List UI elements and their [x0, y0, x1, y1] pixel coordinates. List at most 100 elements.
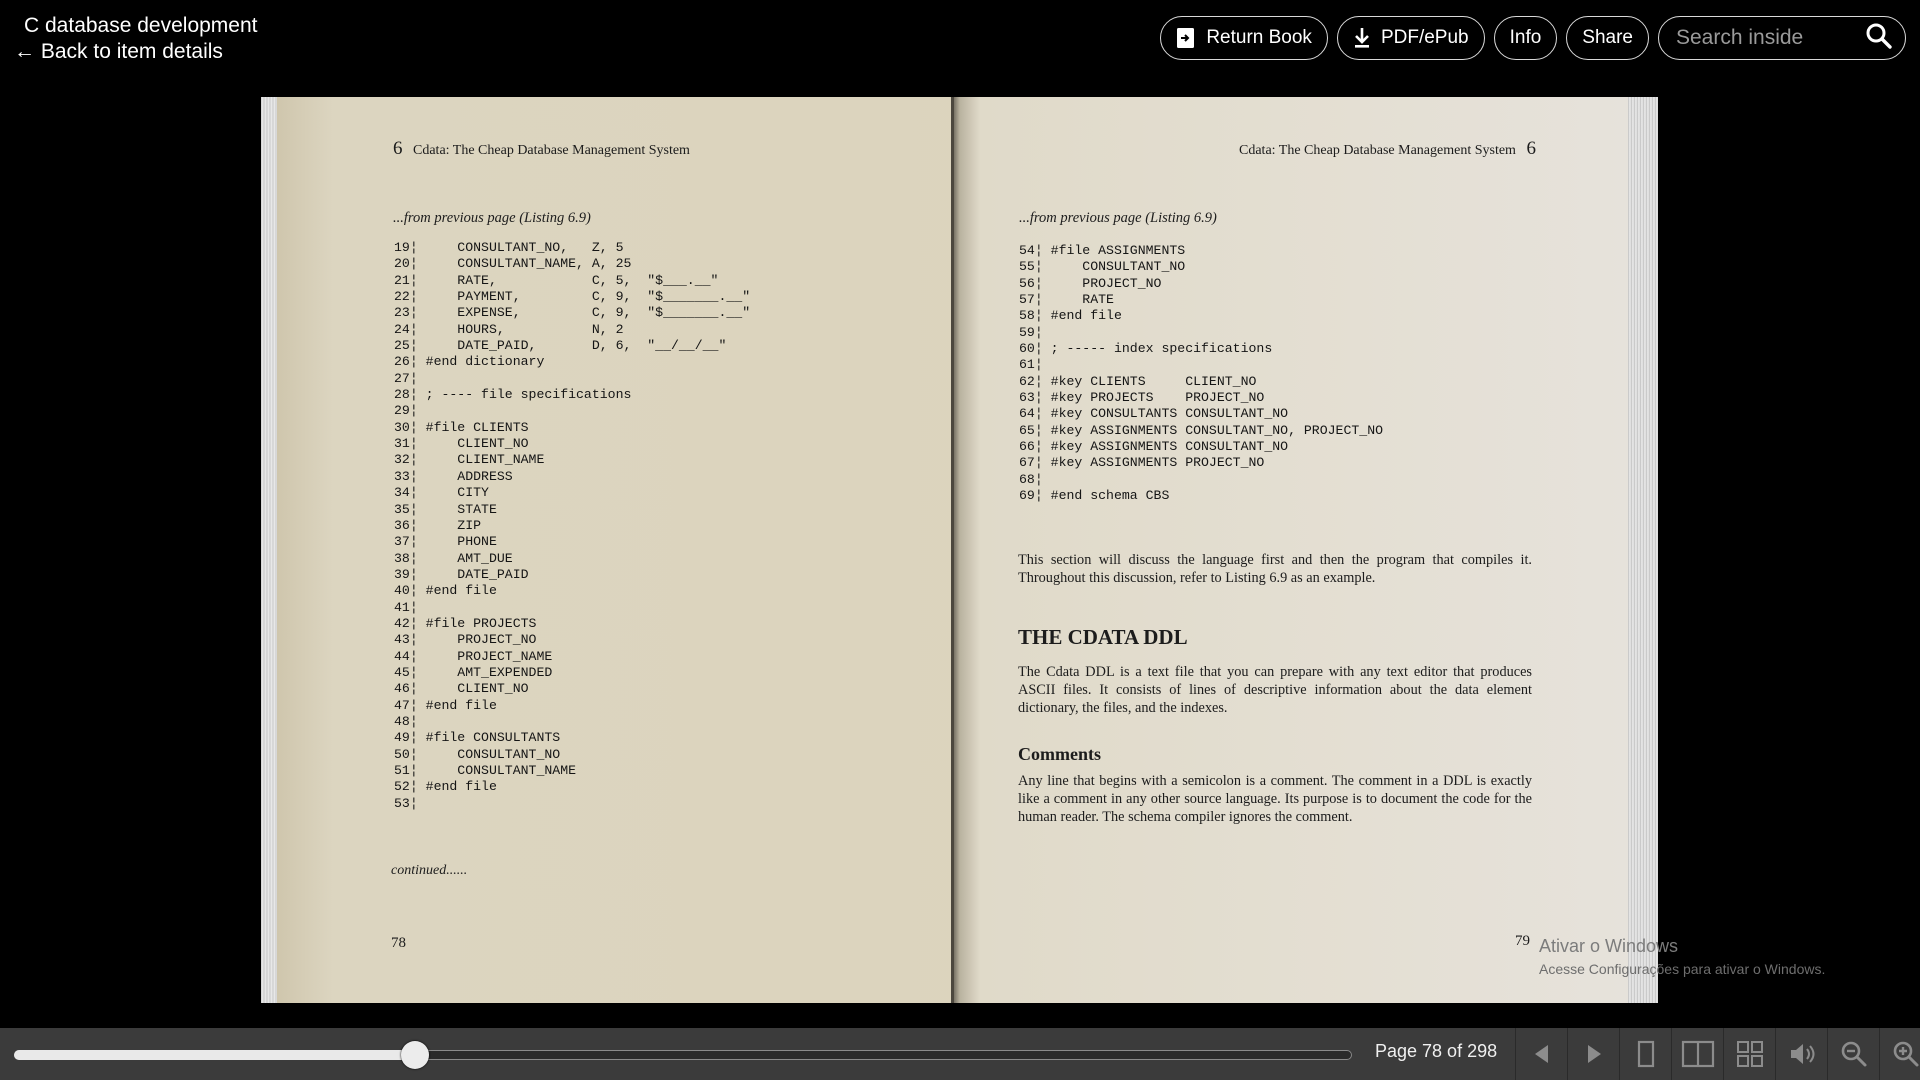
continued-note: continued......: [391, 863, 468, 878]
right-running-head-2: Cdata: The Cheap Database Management Sys…: [1239, 138, 1536, 160]
page-edges-left: [261, 97, 277, 1003]
code-line: 20¦ CONSULTANT_NAME, A, 25: [394, 256, 632, 272]
download-icon: [1353, 27, 1371, 49]
code-line: 45¦ AMT_EXPENDED: [394, 664, 553, 680]
code-line: 39¦ DATE_PAID: [394, 566, 529, 582]
code-line: 55¦ CONSULTANT_NO: [1019, 259, 1186, 275]
code-line: 28¦ ; ---- file specifications: [394, 387, 632, 403]
code-line: 62¦ #key CLIENTS CLIENT_NO: [1019, 373, 1257, 389]
code-line: 32¦ CLIENT_NAME: [394, 452, 545, 468]
code-line: 43¦ PROJECT_NO: [394, 632, 537, 648]
left-running-title: Cdata: The Cheap Database Management Sys…: [413, 143, 690, 158]
windows-activation-title: Ativar o Windows: [1539, 936, 1679, 956]
right-running-title-2: Cdata: The Cheap Database Management Sys…: [1239, 143, 1516, 158]
zoom-out-icon[interactable]: [1827, 1028, 1879, 1080]
search-inside-input[interactable]: [1674, 25, 1865, 51]
code-line: 47¦ #end file: [394, 697, 497, 713]
info-label: Info: [1509, 27, 1542, 48]
code-line: 35¦ STATE: [394, 501, 497, 517]
triangle-right-icon[interactable]: [1567, 1028, 1619, 1080]
code-line: 50¦ CONSULTANT_NO: [394, 746, 561, 762]
return-book-button[interactable]: Return Book: [1160, 16, 1328, 60]
code-line: 40¦ #end file: [394, 583, 497, 599]
code-line: 63¦ #key PROJECTS PROJECT_NO: [1019, 390, 1265, 406]
code-line: 41¦: [394, 599, 418, 615]
pdf-epub-button[interactable]: PDF/ePub: [1336, 16, 1485, 60]
ddl-paragraph: The Cdata DDL is a text file that you ca…: [1018, 664, 1532, 716]
nav-controls: [1515, 1028, 1920, 1080]
book-gutter: [951, 97, 954, 1003]
code-line: 66¦ #key ASSIGNMENTS CONSULTANT_NO: [1019, 439, 1289, 455]
speaker-icon[interactable]: [1775, 1028, 1827, 1080]
code-line: 58¦ #end file: [1019, 308, 1122, 324]
code-line: 65¦ #key ASSIGNMENTS CONSULTANT_NO, PROJ…: [1019, 422, 1384, 438]
one-page-view-icon[interactable]: [1619, 1028, 1671, 1080]
intro-paragraph: This section will discuss the language f…: [1018, 552, 1532, 586]
left-page-number: 78: [391, 935, 406, 951]
code-line: 42¦ #file PROJECTS: [394, 615, 537, 631]
pdf-epub-label: PDF/ePub: [1380, 27, 1469, 48]
book-title: C database development: [24, 14, 258, 37]
code-line: 59¦: [1019, 324, 1043, 340]
code-line: 64¦ #key CONSULTANTS CONSULTANT_NO: [1019, 406, 1289, 422]
right-chapter-number: 6: [1526, 138, 1536, 159]
zoom-in-icon[interactable]: [1879, 1028, 1920, 1080]
code-line: 69¦ #end schema CBS: [1019, 488, 1170, 504]
info-button[interactable]: Info: [1493, 16, 1558, 60]
right-page-number: 79: [1515, 933, 1530, 949]
code-line: 44¦ PROJECT_NAME: [394, 648, 553, 664]
windows-activation-subtitle: Acesse Configurações para ativar o Windo…: [1539, 961, 1826, 977]
code-line: 51¦ CONSULTANT_NAME: [394, 763, 577, 778]
left-code-listing: 19¦ CONSULTANT_NO, Z, 5 20¦ CONSULTANT_NA…: [394, 240, 750, 812]
code-line: 48¦: [394, 713, 418, 729]
thumbnail-grid-icon[interactable]: [1723, 1028, 1775, 1080]
right-code-listing-2: 54¦ #file ASSIGNMENTS 55¦ CONSULTANT_NO 56…: [1019, 243, 1383, 505]
ddl-heading: THE CDATA DDL: [1018, 625, 1188, 649]
two-page-view-icon[interactable]: [1671, 1028, 1723, 1080]
code-line: 33¦ ADDRESS: [394, 468, 513, 484]
code-line: 68¦: [1019, 471, 1043, 487]
return-book-label: Return Book: [1206, 27, 1312, 48]
code-line: 26¦ #end dictionary: [394, 354, 545, 370]
code-line: 31¦ CLIENT_NO: [394, 436, 529, 452]
left-running-head: 6 Cdata: The Cheap Database Management S…: [393, 138, 690, 160]
page-slider-track[interactable]: [14, 1050, 1352, 1060]
left-from-previous: ...from previous page (Listing 6.9): [393, 210, 591, 226]
code-line: 60¦ ; ----- index specifications: [1019, 341, 1273, 357]
share-label: Share: [1582, 27, 1633, 48]
code-line: 21¦ RATE, C, 5, "$___.__": [394, 272, 719, 288]
code-line: 38¦ AMT_DUE: [394, 550, 513, 566]
left-chapter-number: 6: [393, 138, 403, 159]
code-line: 67¦ #key ASSIGNMENTS PROJECT_NO: [1019, 455, 1265, 471]
top-toolbar: Return Book PDF/ePub Info Share: [1160, 16, 1906, 60]
code-line: 61¦: [1019, 357, 1043, 373]
code-line: 46¦ CLIENT_NO: [394, 681, 529, 697]
code-line: 29¦: [394, 403, 418, 419]
back-to-item-details-link[interactable]: ← Back to item details: [14, 40, 223, 64]
code-line: 34¦ CITY: [394, 485, 489, 501]
code-line: 49¦ #file CONSULTANTS: [394, 730, 561, 746]
page-slider-fill: [14, 1050, 416, 1060]
code-line: 27¦: [394, 370, 418, 386]
share-button[interactable]: Share: [1566, 16, 1649, 60]
search-icon[interactable]: [1865, 22, 1893, 55]
code-line: 56¦ PROJECT_NO: [1019, 275, 1162, 291]
code-line: 36¦ ZIP: [394, 517, 482, 533]
search-inside-box: [1658, 16, 1906, 60]
code-line: 37¦ PHONE: [394, 534, 497, 550]
triangle-left-icon[interactable]: [1515, 1028, 1567, 1080]
page-indicator: Page 78 of 298: [1375, 1041, 1498, 1061]
return-book-icon: [1176, 27, 1196, 49]
code-line: 30¦ #file CLIENTS: [394, 419, 529, 435]
code-line: 23¦ EXPENSE, C, 9, "$_______.__": [394, 305, 751, 321]
page-edges-right-outer: [1628, 97, 1658, 1003]
code-line: 57¦ RATE: [1019, 292, 1114, 308]
code-line: 25¦ DATE_PAID, D, 6, "__/__/__": [394, 338, 727, 354]
code-line: 54¦ #file ASSIGNMENTS: [1019, 243, 1186, 258]
right-page-body[interactable]: Cdata: The Cheap Database Management Sys…: [953, 97, 1628, 1003]
code-line: 22¦ PAYMENT, C, 9, "$_______.__": [394, 289, 751, 305]
code-line: 24¦ HOURS, N, 2: [394, 321, 624, 337]
code-line: 53¦: [394, 795, 418, 811]
code-line: 19¦ CONSULTANT_NO, Z, 5: [394, 240, 624, 255]
comments-heading: Comments: [1018, 744, 1101, 764]
